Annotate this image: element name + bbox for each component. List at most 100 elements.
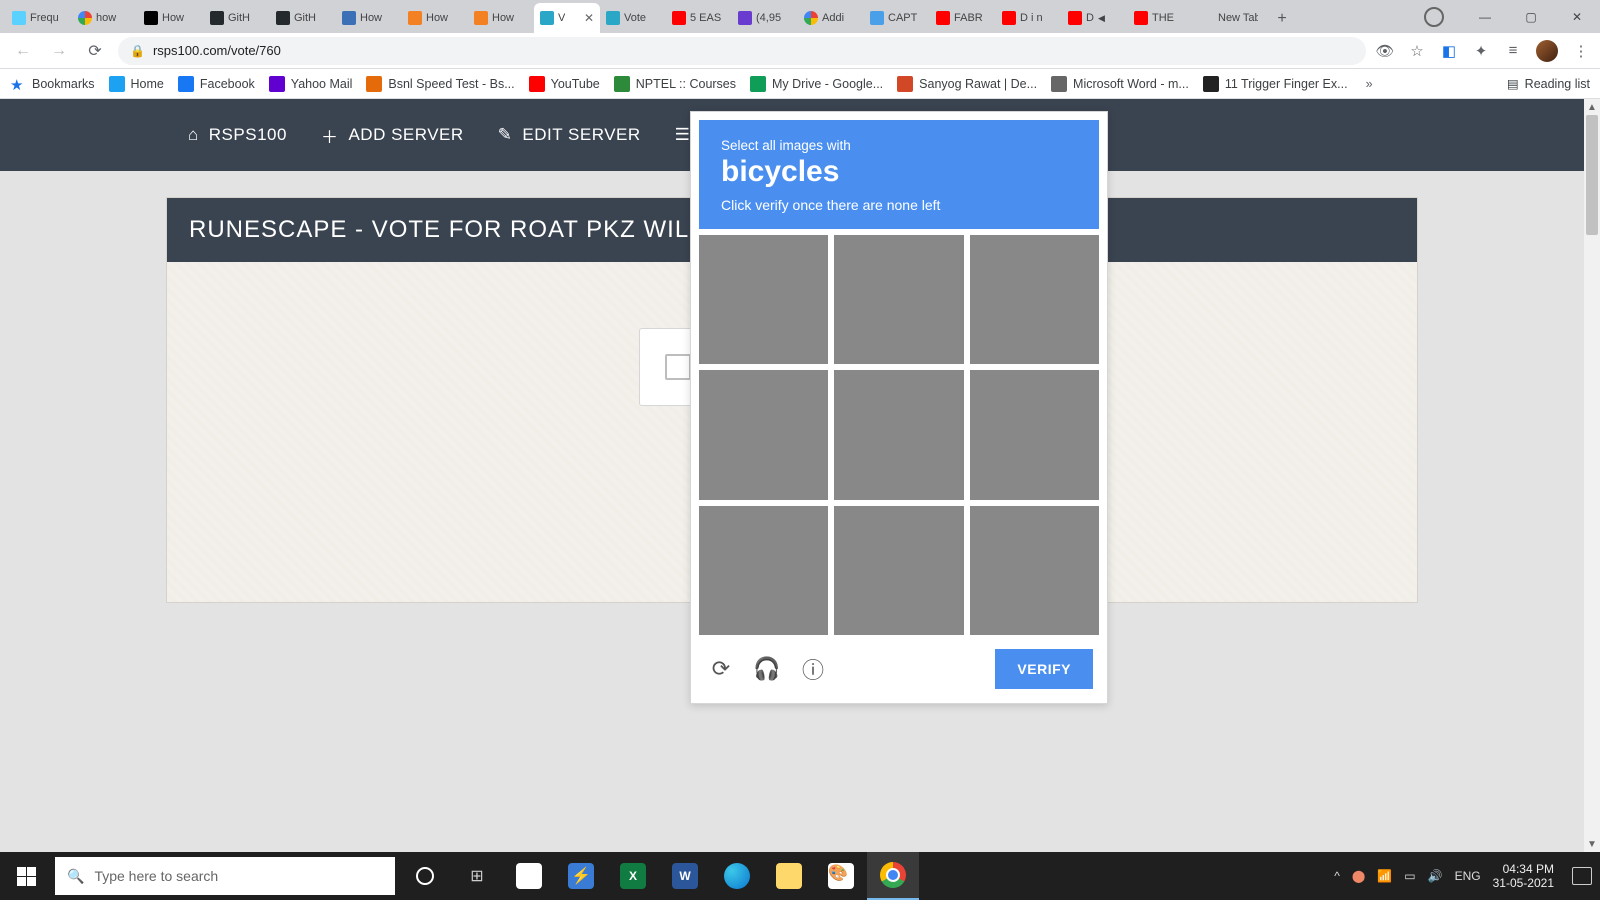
recaptcha-checkbox[interactable] [665, 354, 691, 380]
captcha-tile-9[interactable] [970, 506, 1099, 635]
back-button[interactable]: ← [10, 38, 36, 64]
taskbar-search[interactable]: 🔍 Type here to search [55, 857, 395, 895]
new-tab-button[interactable]: + [1268, 5, 1296, 33]
cortana-icon[interactable] [399, 852, 451, 900]
tray-wifi-icon[interactable]: 📶 [1377, 869, 1392, 883]
word-icon[interactable]: W [659, 852, 711, 900]
scroll-up-arrow[interactable]: ▲ [1584, 99, 1600, 115]
bookmark-10[interactable]: 11 Trigger Finger Ex... [1203, 76, 1348, 92]
omnibox[interactable]: 🔒 rsps100.com/vote/760 [118, 37, 1366, 65]
browser-tab-4[interactable]: GitH [270, 3, 336, 33]
chrome-menu-icon[interactable]: ⋮ [1572, 42, 1590, 60]
browser-tab-16[interactable]: D◀ [1062, 3, 1128, 33]
captcha-tile-5[interactable] [834, 370, 963, 499]
browser-tab-12[interactable]: Addi [798, 3, 864, 33]
bookmark-6[interactable]: NPTEL :: Courses [614, 76, 736, 92]
tab-close-icon[interactable]: ✕ [584, 11, 594, 25]
bookmarks-overflow-icon[interactable]: » [1366, 77, 1373, 91]
nav-label: RSPS100 [209, 125, 287, 145]
captcha-info-icon[interactable]: ⓘ [797, 653, 829, 685]
nav-label: EDIT SERVER [522, 125, 640, 145]
reading-list-button[interactable]: ▤Reading list [1507, 76, 1590, 91]
browser-tab-7[interactable]: How [468, 3, 534, 33]
browser-tab-3[interactable]: GitH [204, 3, 270, 33]
browser-tab-10[interactable]: 5 EAS [666, 3, 732, 33]
captcha-tile-1[interactable] [699, 235, 828, 364]
vertical-scrollbar[interactable]: ▲ ▼ [1584, 99, 1600, 852]
tab-label: Addi [822, 12, 844, 24]
nav-rsps100[interactable]: ⌂RSPS100 [188, 125, 287, 145]
browser-tab-15[interactable]: D i n [996, 3, 1062, 33]
captcha-verify-button[interactable]: VERIFY [995, 649, 1093, 689]
tray-onedrive-icon[interactable]: ⬤ [1352, 869, 1365, 883]
explorer-icon[interactable] [763, 852, 815, 900]
bookmark-favicon [614, 76, 630, 92]
tray-clock[interactable]: 04:34 PM 31-05-2021 [1493, 862, 1554, 890]
browser-tab-0[interactable]: Frequ [6, 3, 72, 33]
incognito-eye-icon[interactable]: 👁 [1376, 42, 1394, 60]
profile-avatar[interactable] [1536, 40, 1558, 62]
browser-tab-11[interactable]: (4,95 [732, 3, 798, 33]
bookmarks-bar: ★Bookmarks Home Facebook Yahoo Mail Bsnl Spe… [0, 69, 1600, 99]
browser-tab-13[interactable]: CAPT [864, 3, 930, 33]
scroll-thumb[interactable] [1586, 115, 1598, 235]
paint-icon[interactable]: 🎨 [815, 852, 867, 900]
reading-list-icon[interactable]: ≡ [1504, 42, 1522, 60]
maximize-button[interactable]: ▢ [1508, 0, 1554, 33]
bookmark-7[interactable]: My Drive - Google... [750, 76, 883, 92]
scroll-down-arrow[interactable]: ▼ [1584, 836, 1600, 852]
captcha-audio-icon[interactable]: 🎧 [751, 653, 783, 685]
close-window-button[interactable]: ✕ [1554, 0, 1600, 33]
tray-battery-icon[interactable]: ▭ [1404, 869, 1415, 883]
nav-add-server[interactable]: ＋ADD SERVER [321, 123, 464, 148]
browser-tab-6[interactable]: How [402, 3, 468, 33]
start-button[interactable] [0, 852, 52, 900]
reload-button[interactable]: ⟳ [82, 38, 108, 64]
bookmark-1[interactable]: Home [109, 76, 164, 92]
notifications-icon[interactable] [1572, 867, 1592, 885]
browser-tab-5[interactable]: How [336, 3, 402, 33]
browser-tab-18[interactable]: New Tab [1194, 3, 1264, 33]
browser-tab-9[interactable]: Vote [600, 3, 666, 33]
browser-tab-2[interactable]: How [138, 3, 204, 33]
bookmark-0[interactable]: ★Bookmarks [10, 76, 95, 92]
extensions-puzzle-icon[interactable]: ✦ [1472, 42, 1490, 60]
browser-tab-8[interactable]: V✕ [534, 3, 600, 33]
captcha-tile-4[interactable] [699, 370, 828, 499]
captcha-tile-3[interactable] [970, 235, 1099, 364]
bookmark-8[interactable]: Sanyog Rawat | De... [897, 76, 1037, 92]
browser-tab-17[interactable]: THE [1128, 3, 1194, 33]
bookmark-3[interactable]: Yahoo Mail [269, 76, 353, 92]
forward-button[interactable]: → [46, 38, 72, 64]
bookmark-4[interactable]: Bsnl Speed Test - Bs... [366, 76, 514, 92]
bookmark-star-icon[interactable]: ☆ [1408, 42, 1426, 60]
ms-store-icon[interactable] [503, 852, 555, 900]
task-view-icon[interactable]: ⊞ [451, 852, 503, 900]
edge-icon[interactable] [711, 852, 763, 900]
tray-chevron-icon[interactable]: ^ [1334, 869, 1340, 883]
tray-language[interactable]: ENG [1455, 869, 1481, 883]
browser-tab-14[interactable]: FABR [930, 3, 996, 33]
system-tray: ^ ⬤ 📶 ▭ 🔊 ENG 04:34 PM 31-05-2021 [1334, 862, 1600, 890]
captcha-tile-2[interactable] [834, 235, 963, 364]
app-lightning-icon[interactable]: ⚡ [555, 852, 607, 900]
chrome-icon[interactable] [867, 852, 919, 900]
browser-tab-1[interactable]: how [72, 3, 138, 33]
bookmark-5[interactable]: YouTube [529, 76, 600, 92]
bookmark-label: Microsoft Word - m... [1073, 77, 1189, 91]
captcha-tile-7[interactable] [699, 506, 828, 635]
captcha-footer: ⟳ 🎧 ⓘ VERIFY [699, 635, 1099, 695]
nav-edit-server[interactable]: ✎EDIT SERVER [498, 125, 641, 145]
minimize-button[interactable]: — [1462, 0, 1508, 33]
bookmark-favicon [1203, 76, 1219, 92]
tab-favicon [276, 11, 290, 25]
captcha-reload-icon[interactable]: ⟳ [705, 653, 737, 685]
bookmark-9[interactable]: Microsoft Word - m... [1051, 76, 1189, 92]
excel-icon[interactable]: X [607, 852, 659, 900]
chrome-account-icon[interactable] [1424, 7, 1444, 27]
captcha-tile-8[interactable] [834, 506, 963, 635]
bookmark-2[interactable]: Facebook [178, 76, 255, 92]
captcha-tile-6[interactable] [970, 370, 1099, 499]
extension-icon[interactable]: ◧ [1440, 42, 1458, 60]
tray-volume-icon[interactable]: 🔊 [1428, 869, 1443, 883]
